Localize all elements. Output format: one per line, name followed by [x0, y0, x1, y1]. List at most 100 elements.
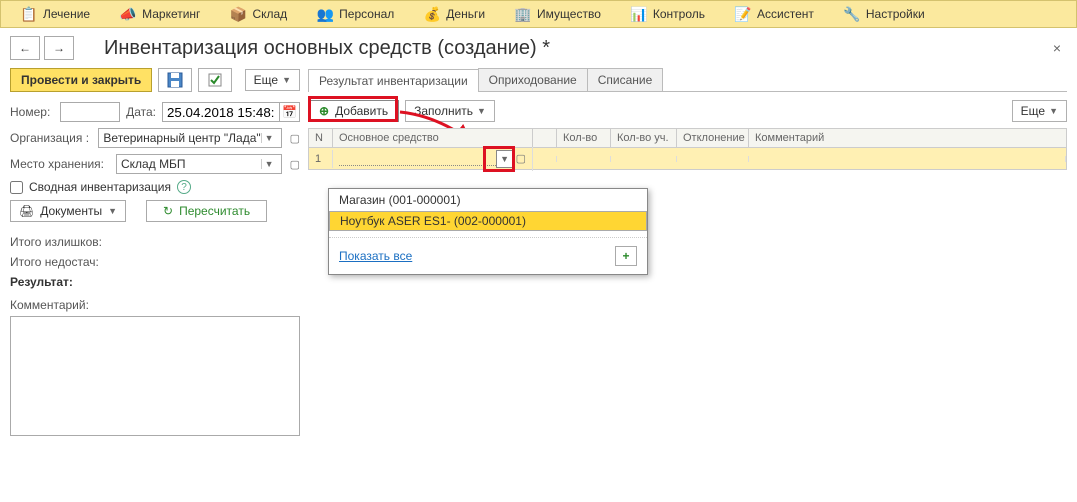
refresh-icon: ↻	[163, 204, 173, 218]
cell-n: 1	[309, 150, 333, 168]
open-button[interactable]: ▢	[516, 152, 526, 165]
menu-assistant[interactable]: 📝Ассистент	[735, 6, 814, 22]
menu-label: Деньги	[446, 7, 485, 21]
calendar-button[interactable]: 📅	[280, 102, 300, 122]
cell-qty-rec	[611, 156, 677, 162]
menu-label: Склад	[252, 7, 287, 21]
total-surplus: Итого излишков:	[10, 232, 300, 252]
col-qty: Кол-во	[557, 129, 611, 147]
building-icon: 🏢	[515, 6, 531, 22]
megaphone-icon: 📣	[120, 6, 136, 22]
save-button[interactable]	[158, 68, 192, 92]
wrench-icon: 🔧	[844, 6, 860, 22]
dropdown-item[interactable]: Ноутбук ASER ES1- (002-000001)	[329, 211, 647, 231]
plus-icon: +	[622, 249, 629, 263]
chevron-down-icon: ▼	[477, 106, 486, 116]
org-label: Организация :	[10, 131, 92, 145]
close-button[interactable]: ×	[1047, 40, 1067, 56]
org-value: Ветеринарный центр "Лада"	[103, 131, 260, 145]
chart-icon: 📊	[631, 6, 647, 22]
date-label: Дата:	[126, 105, 156, 119]
plus-circle-icon: ⊕	[319, 104, 329, 118]
add-button[interactable]: ⊕ Добавить	[308, 100, 399, 122]
menu-label: Имущество	[537, 7, 601, 21]
tab-result[interactable]: Результат инвентаризации	[308, 69, 479, 92]
more-label: Еще	[254, 73, 278, 87]
cell-comment	[749, 156, 1066, 162]
cell-dev	[677, 156, 749, 162]
help-icon[interactable]: ?	[177, 180, 191, 194]
menu-control[interactable]: 📊Контроль	[631, 6, 705, 22]
number-label: Номер:	[10, 105, 54, 119]
consolidated-label: Сводная инвентаризация	[29, 180, 171, 194]
note-icon: 📝	[735, 6, 751, 22]
col-n: N	[309, 129, 333, 147]
chevron-down-icon: ▼	[282, 75, 291, 85]
more-label: Еще	[1021, 104, 1045, 118]
store-label: Место хранения:	[10, 157, 110, 171]
col-dev: Отклонение	[677, 129, 749, 147]
chevron-down-icon: ▼	[261, 133, 277, 143]
people-icon: 👥	[317, 6, 333, 22]
documents-label: Документы	[40, 204, 102, 218]
save-icon	[167, 72, 183, 88]
post-icon	[207, 72, 223, 88]
store-select[interactable]: Склад МБП ▼	[116, 154, 282, 174]
menu-personnel[interactable]: 👥 Персонал	[317, 6, 394, 22]
tab-receipt[interactable]: Оприходование	[478, 68, 588, 91]
total-shortage: Итого недостач:	[10, 252, 300, 272]
recalc-button[interactable]: ↻ Пересчитать	[146, 200, 267, 222]
back-button[interactable]: ←	[10, 36, 40, 60]
col-qty-rec: Кол-во уч.	[611, 129, 677, 147]
cell-asset[interactable]: ▼ ▢	[333, 147, 533, 171]
documents-button[interactable]: 🖨 Документы ▼	[10, 200, 126, 222]
total-result: Результат:	[10, 272, 300, 292]
printer-icon: 🖨	[19, 204, 34, 218]
open-button[interactable]: ▢	[290, 158, 300, 171]
more-button[interactable]: Еще ▼	[245, 69, 300, 91]
main-menu-bar: 📋Лечение 📣Маркетинг 📦 Склад 👥 Персонал 💰 Де…	[0, 0, 1077, 28]
post-button[interactable]	[198, 68, 232, 92]
menu-property[interactable]: 🏢 Имущество	[515, 6, 601, 22]
add-new-button[interactable]: +	[615, 246, 637, 266]
col-asset: Основное средство	[333, 129, 533, 147]
inventory-grid: N Основное средство Кол-во Кол-во уч. От…	[308, 128, 1067, 170]
menu-label: Персонал	[339, 7, 394, 21]
asset-input[interactable]	[339, 152, 496, 166]
comment-label: Комментарий:	[10, 298, 300, 312]
menu-money[interactable]: 💰 Деньги	[424, 6, 485, 22]
tab-strip: Результат инвентаризации Оприходование С…	[308, 68, 1067, 92]
open-button[interactable]: ▢	[290, 132, 300, 145]
arrow-left-icon: ←	[19, 41, 31, 55]
menu-settings[interactable]: 🔧 Настройки	[844, 6, 925, 22]
consolidated-checkbox[interactable]	[10, 181, 23, 194]
menu-marketing[interactable]: 📣Маркетинг	[120, 6, 200, 22]
asset-dropdown: Магазин (001-000001) Ноутбук ASER ES1- (…	[328, 188, 648, 275]
tab-writeoff[interactable]: Списание	[587, 68, 664, 91]
calendar-icon: 📅	[282, 105, 297, 119]
table-row[interactable]: 1 ▼ ▢	[308, 148, 1067, 170]
asset-dropdown-button[interactable]: ▼	[496, 150, 514, 168]
chevron-down-icon: ▼	[500, 154, 509, 164]
dropdown-item[interactable]: Магазин (001-000001)	[329, 189, 647, 211]
org-select[interactable]: Ветеринарный центр "Лада" ▼	[98, 128, 281, 148]
clipboard-icon: 📋	[21, 6, 37, 22]
more-button-right[interactable]: Еще▼	[1012, 100, 1067, 122]
money-icon: 💰	[424, 6, 440, 22]
number-input[interactable]	[60, 102, 120, 122]
show-all-link[interactable]: Показать все	[339, 249, 412, 263]
forward-button[interactable]: →	[44, 36, 74, 60]
box-icon: 📦	[230, 6, 246, 22]
arrow-right-icon: →	[53, 41, 65, 55]
title-bar: ← → Инвентаризация основных средств (соз…	[0, 28, 1077, 68]
menu-treatment[interactable]: 📋Лечение	[21, 6, 90, 22]
chevron-down-icon: ▼	[261, 159, 277, 169]
store-value: Склад МБП	[121, 157, 186, 171]
menu-label: Настройки	[866, 7, 925, 21]
add-label: Добавить	[335, 104, 388, 118]
date-input[interactable]	[162, 102, 280, 122]
post-and-close-button[interactable]: Провести и закрыть	[10, 68, 152, 92]
comment-textarea[interactable]	[10, 316, 300, 436]
cell-blank	[533, 156, 557, 162]
menu-warehouse[interactable]: 📦 Склад	[230, 6, 287, 22]
